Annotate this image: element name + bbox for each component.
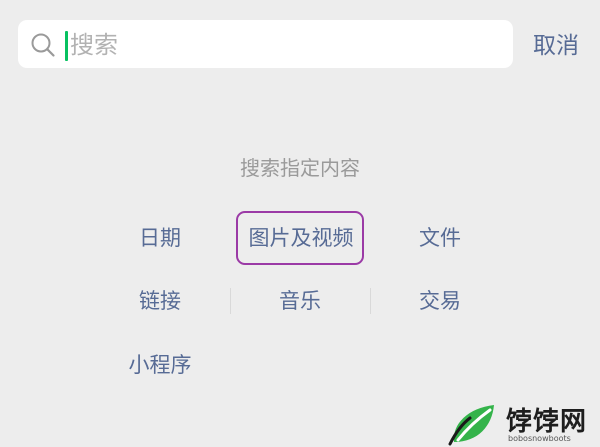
divider: [230, 288, 231, 314]
text-cursor: [65, 31, 68, 61]
filter-files[interactable]: 文件: [390, 223, 490, 253]
divider: [370, 288, 371, 314]
filter-date[interactable]: 日期: [110, 223, 210, 253]
watermark-logo: 饽饽网 bobosnowboots: [448, 400, 598, 447]
filter-images-videos[interactable]: 图片及视频: [240, 223, 362, 253]
filter-music[interactable]: 音乐: [250, 286, 350, 316]
cancel-button[interactable]: 取消: [524, 26, 588, 66]
search-page: 取消 搜索指定内容 日期 图片及视频 文件 链接 音乐 交易 小程序 饽饽网 b…: [0, 0, 600, 447]
filter-transactions[interactable]: 交易: [390, 286, 490, 316]
filter-links[interactable]: 链接: [110, 286, 210, 316]
watermark-name: 饽饽网: [506, 407, 588, 437]
watermark-domain: bobosnowboots: [508, 434, 571, 443]
search-icon: [31, 33, 55, 57]
leaf-icon: [448, 405, 494, 446]
search-input[interactable]: [70, 26, 490, 64]
filter-mini-programs[interactable]: 小程序: [110, 350, 210, 380]
section-title: 搜索指定内容: [240, 156, 360, 180]
